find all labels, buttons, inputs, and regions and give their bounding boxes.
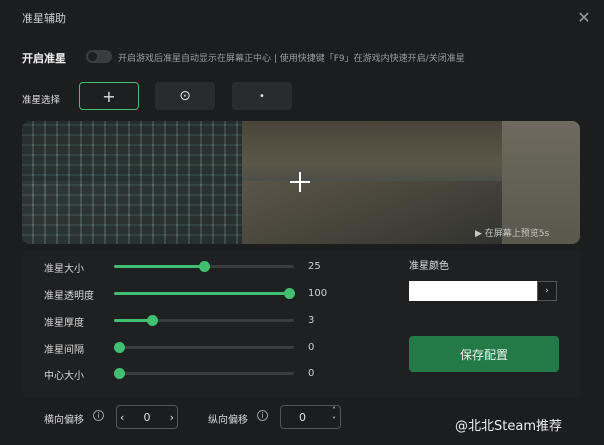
slider-fill (114, 265, 204, 268)
slider-fill (114, 292, 289, 295)
plus-crosshair-icon: + (102, 86, 116, 106)
watermark: @北北Steam推荐 (455, 419, 562, 434)
slider-thumb[interactable] (283, 288, 295, 299)
settings-panel (22, 250, 580, 398)
thickness-slider[interactable] (114, 315, 294, 326)
slider-label-size: 准星大小 (44, 264, 84, 275)
slider-value-center-size: 0 (308, 368, 315, 379)
horizontal-offset-label: 横向偏移 (44, 415, 84, 426)
center-size-slider[interactable] (114, 368, 294, 379)
enable-crosshair-toggle[interactable] (86, 50, 112, 63)
vertical-offset-stepper[interactable]: 0 ˄ ˅ (280, 405, 341, 429)
color-picker-button[interactable]: › (537, 281, 557, 301)
crosshair-option-circle-dot[interactable]: ⊙ (155, 82, 215, 110)
vertical-offset-value: 0 (299, 410, 306, 424)
opacity-slider[interactable] (114, 288, 295, 299)
crosshair-color-label: 准星颜色 (409, 261, 449, 272)
chevron-right-icon: › (545, 286, 549, 296)
crosshair-select-label: 准星选择 (22, 95, 61, 106)
slider-value-opacity: 100 (308, 288, 328, 299)
window-title: 准星辅助 (22, 12, 66, 25)
slider-label-gap: 准星间隔 (44, 345, 84, 356)
vertical-offset-label: 纵向偏移 (208, 415, 248, 426)
slider-label-center-size: 中心大小 (44, 371, 84, 382)
preview-on-screen-link[interactable]: ▶ 在屏幕上预览5s (475, 226, 549, 239)
horizontal-offset-stepper[interactable]: ‹ 0 › (116, 405, 178, 429)
enable-crosshair-description: 开启游戏后准星自动显示在屏幕正中心 | 使用快捷键「F9」在游戏内快速开启/关闭… (118, 54, 465, 64)
save-config-button[interactable]: 保存配置 (409, 336, 559, 372)
slider-thumb[interactable] (146, 315, 158, 326)
chevron-up-icon[interactable]: ˄ (332, 406, 336, 416)
crosshair-option-plus[interactable]: + (79, 82, 139, 110)
horizontal-offset-info-icon[interactable]: i (93, 410, 104, 421)
crosshair-color-swatch[interactable] (409, 281, 537, 301)
up-down-arrows: ˄ ˅ (332, 406, 336, 426)
crosshair-option-dot[interactable]: • (232, 82, 292, 110)
vertical-offset-info-icon[interactable]: i (257, 410, 268, 421)
preview-crosshair (290, 172, 310, 192)
preview-wall (22, 121, 242, 244)
chevron-down-icon[interactable]: ˅ (332, 416, 336, 426)
close-icon[interactable]: ✕ (574, 8, 594, 28)
slider-value-gap: 0 (308, 342, 315, 353)
slider-thumb[interactable] (199, 261, 210, 272)
size-slider[interactable] (114, 261, 294, 272)
dot-crosshair-icon: • (259, 90, 265, 102)
toggle-knob (88, 52, 97, 61)
horizontal-offset-value: 0 (143, 410, 151, 424)
decrement-icon[interactable]: ‹ (120, 411, 124, 424)
enable-crosshair-label: 开启准星 (22, 52, 66, 65)
slider-label-opacity: 准星透明度 (44, 291, 94, 302)
increment-icon[interactable]: › (170, 411, 174, 424)
slider-value-thickness: 3 (308, 315, 315, 326)
slider-value-size: 25 (308, 261, 321, 272)
slider-label-thickness: 准星厚度 (44, 318, 84, 329)
gap-slider[interactable] (114, 342, 294, 353)
circle-dot-crosshair-icon: ⊙ (179, 88, 191, 104)
